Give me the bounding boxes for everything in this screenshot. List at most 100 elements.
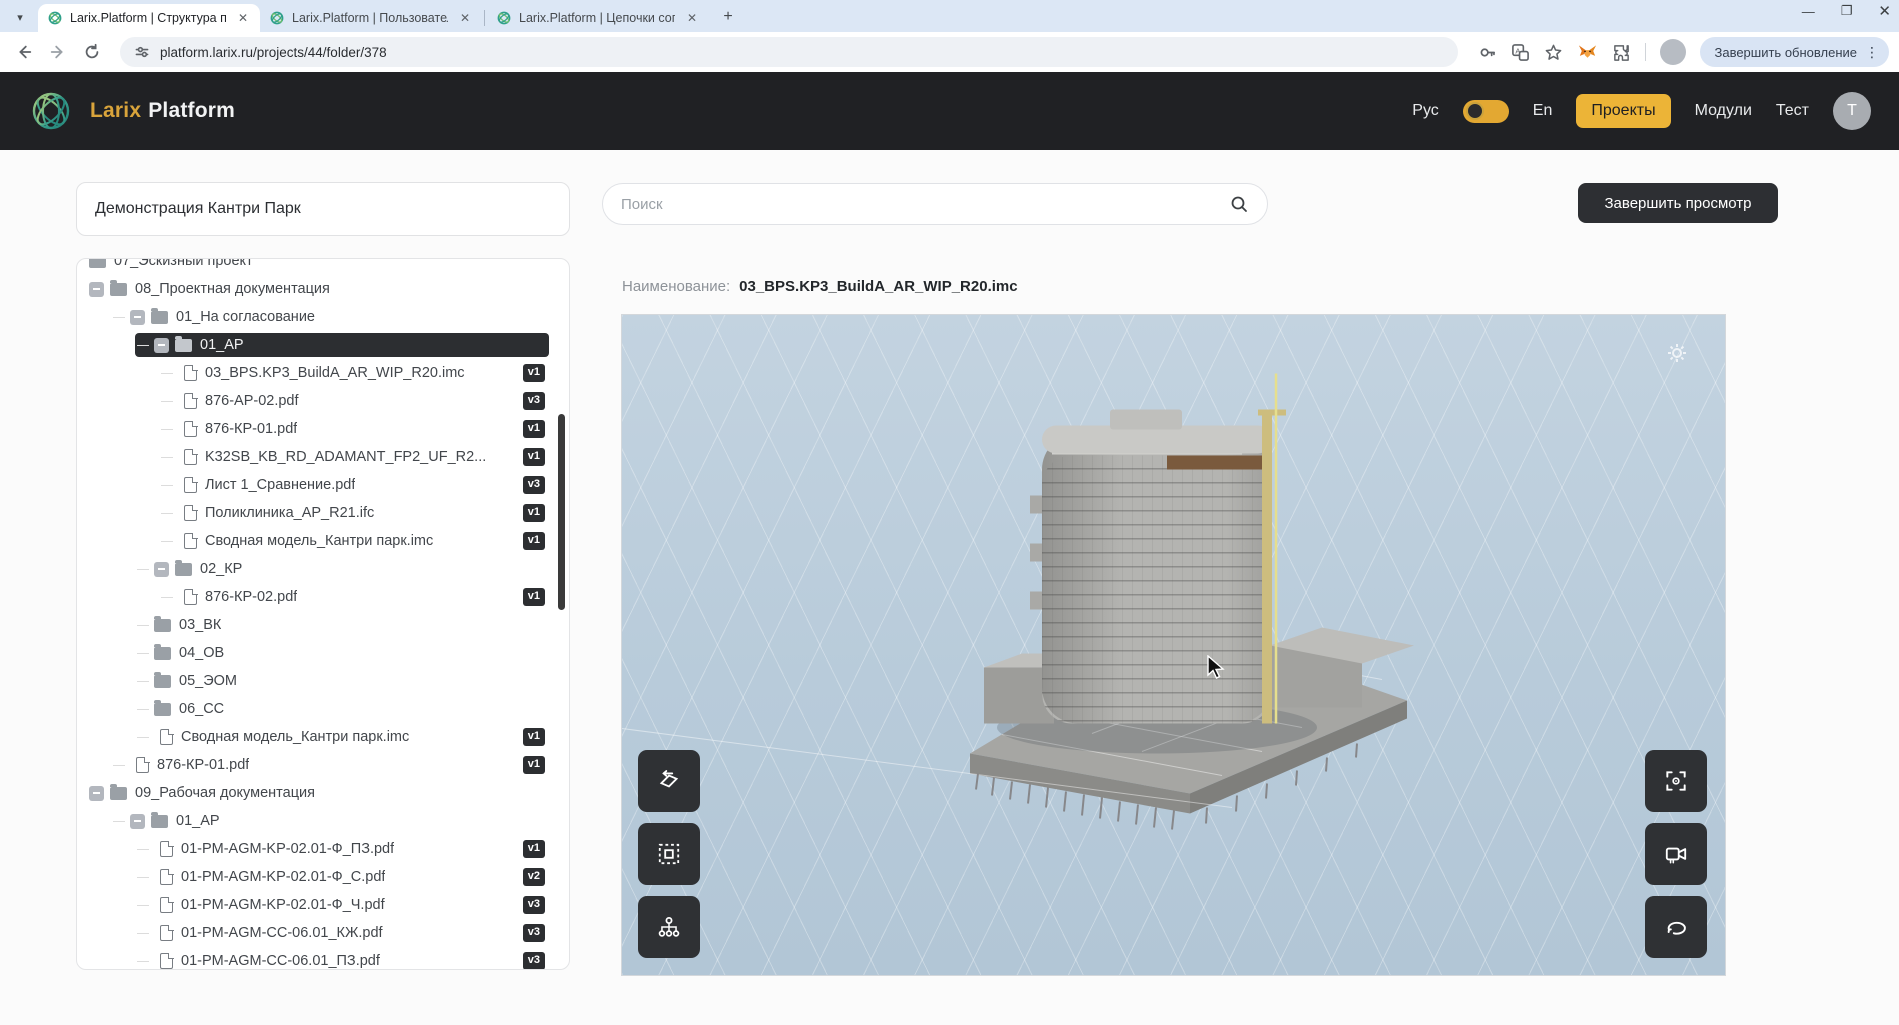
reload-button[interactable] <box>78 38 106 66</box>
viewer-settings-button[interactable] <box>1665 341 1689 370</box>
section-plane-button[interactable] <box>638 750 700 812</box>
search-icon[interactable] <box>1229 194 1249 214</box>
model-tree-button[interactable] <box>638 896 700 958</box>
tab-close-icon[interactable]: ✕ <box>456 11 474 25</box>
kebab-menu-icon[interactable]: ⋮ <box>1865 44 1879 61</box>
version-badge: v1 <box>523 364 545 381</box>
tree-connector <box>137 933 149 934</box>
close-button[interactable]: ✕ <box>1878 2 1891 20</box>
tree-file-row[interactable]: K32SB_KB_RD_ADAMANT_FP2_UF_R2...v1 <box>77 443 569 471</box>
tree-item-label: 01-PM-AGM-KP-02.01-Ф_Ч.pdf <box>181 897 385 913</box>
address-bar[interactable]: platform.larix.ru/projects/44/folder/378 <box>120 37 1458 67</box>
lang-label-rus[interactable]: Рус <box>1412 102 1439 120</box>
tree-connector <box>137 961 149 962</box>
collapse-minus-icon[interactable] <box>154 338 169 353</box>
tree-file-row[interactable]: 876-КР-02.pdfv1 <box>77 583 569 611</box>
model-file-name: 03_BPS.KP3_BuildA_AR_WIP_R20.imc <box>739 278 1017 295</box>
restore-button[interactable]: ❐ <box>1841 3 1853 19</box>
folder-icon <box>154 619 171 632</box>
tree-connector <box>137 877 149 878</box>
tree-scrollbar[interactable] <box>558 414 565 610</box>
extensions-puzzle-icon[interactable] <box>1612 43 1631 62</box>
tree-folder-row[interactable]: 07_Эскизный проект <box>77 258 569 275</box>
tree-file-row[interactable]: 01-PM-AGM-KP-02.01-Ф_С.pdfv2 <box>77 863 569 891</box>
collapse-minus-icon[interactable] <box>89 786 104 801</box>
file-icon <box>184 477 197 493</box>
tab-close-icon[interactable]: ✕ <box>234 11 252 25</box>
browser-toolbar: platform.larix.ru/projects/44/folder/378… <box>0 32 1899 72</box>
tree-folder-row[interactable]: 04_ОВ <box>77 639 569 667</box>
tree-file-row[interactable]: 01-PM-AGM-CC-06.01_ПЗ.pdfv3 <box>77 947 569 970</box>
lang-label-en[interactable]: En <box>1533 102 1553 120</box>
browser-tabbar: ▾ Larix.Platform | Структура прое...✕Lar… <box>0 0 1899 32</box>
search-input[interactable] <box>621 196 1229 213</box>
collapse-minus-icon[interactable] <box>89 282 104 297</box>
folder-icon <box>154 675 171 688</box>
project-name-input[interactable] <box>76 182 570 236</box>
bookmark-star-icon[interactable] <box>1544 43 1563 62</box>
walkthrough-camera-button[interactable] <box>1645 823 1707 885</box>
tree-folder-row[interactable]: 09_Рабочая документация <box>77 779 569 807</box>
orbit-button[interactable] <box>1645 896 1707 958</box>
tree-connector <box>137 849 149 850</box>
marquee-select-button[interactable] <box>638 823 700 885</box>
browser-profile-avatar[interactable] <box>1660 39 1686 65</box>
new-tab-button[interactable]: + <box>715 4 741 30</box>
tree-folder-row[interactable]: 06_СС <box>77 695 569 723</box>
tab-close-icon[interactable]: ✕ <box>683 11 701 25</box>
tab-search-chevron-icon[interactable]: ▾ <box>6 4 34 30</box>
user-avatar[interactable]: T <box>1833 92 1871 130</box>
search-box <box>602 183 1268 225</box>
back-button[interactable] <box>10 38 38 66</box>
tree-file-row[interactable]: 876-КР-01.pdfv1 <box>77 415 569 443</box>
model-viewer-3d[interactable] <box>621 314 1726 976</box>
translate-icon[interactable]: A <box>1511 43 1530 62</box>
language-toggle[interactable] <box>1463 100 1509 123</box>
version-badge: v3 <box>523 392 545 409</box>
version-badge: v1 <box>523 448 545 465</box>
tree-file-row[interactable]: Поликлиника_АР_R21.ifcv1 <box>77 499 569 527</box>
collapse-minus-icon[interactable] <box>130 310 145 325</box>
tree-file-row[interactable]: 876-АР-02.pdfv3 <box>77 387 569 415</box>
version-badge: v1 <box>523 588 545 605</box>
browser-tab-3[interactable]: Larix.Platform | Цепочки согла...✕ <box>487 4 709 32</box>
user-name[interactable]: Тест <box>1776 102 1809 120</box>
version-badge: v1 <box>523 504 545 521</box>
building-model[interactable] <box>622 315 1726 976</box>
tree-file-row[interactable]: Сводная модель_Кантри парк.imcv1 <box>77 723 569 751</box>
tree-folder-row[interactable]: 01_АР <box>77 807 569 835</box>
collapse-minus-icon[interactable] <box>130 814 145 829</box>
password-key-icon[interactable] <box>1478 43 1497 62</box>
tree-connector <box>161 401 173 402</box>
forward-button[interactable] <box>44 38 72 66</box>
tree-file-row[interactable]: 876-КР-01.pdfv1 <box>77 751 569 779</box>
tree-item-label: 06_СС <box>179 701 224 717</box>
metamask-extension-icon[interactable] <box>1577 42 1598 62</box>
tree-folder-row[interactable]: 08_Проектная документация <box>77 275 569 303</box>
folder-icon <box>175 339 192 352</box>
browser-tab-1[interactable]: Larix.Platform | Структура прое...✕ <box>38 4 260 32</box>
tree-file-row[interactable]: 01-PM-AGM-CC-06.01_КЖ.pdfv3 <box>77 919 569 947</box>
tree-folder-row[interactable]: 02_КР <box>77 555 569 583</box>
tree-item-label: 876-КР-01.pdf <box>205 421 297 437</box>
collapse-minus-icon[interactable] <box>154 562 169 577</box>
tree-folder-row[interactable]: 03_ВК <box>77 611 569 639</box>
tree-file-row[interactable]: Сводная модель_Кантри парк.imcv1 <box>77 527 569 555</box>
browser-tab-2[interactable]: Larix.Platform | Пользователи✕ <box>260 4 482 32</box>
tree-file-row[interactable]: 01-PM-AGM-KP-02.01-Ф_Ч.pdfv3 <box>77 891 569 919</box>
folder-icon <box>154 703 171 716</box>
tree-connector <box>137 345 149 346</box>
tree-folder-row[interactable]: 01_На согласование <box>77 303 569 331</box>
focus-button[interactable] <box>1645 750 1707 812</box>
tree-file-row[interactable]: Лист 1_Сравнение.pdfv3 <box>77 471 569 499</box>
tree-file-row[interactable]: 01-PM-AGM-KP-02.01-Ф_ПЗ.pdfv1 <box>77 835 569 863</box>
tree-folder-row[interactable]: 05_ЭОМ <box>77 667 569 695</box>
nav-modules-link[interactable]: Модули <box>1695 102 1752 120</box>
browser-update-button[interactable]: Завершить обновление ⋮ <box>1700 37 1889 67</box>
finish-view-button[interactable]: Завершить просмотр <box>1578 183 1778 223</box>
tree-folder-row[interactable]: 01_АР <box>77 331 569 359</box>
tree-file-row[interactable]: 03_BPS.KP3_BuildA_AR_WIP_R20.imcv1 <box>77 359 569 387</box>
nav-projects-button[interactable]: Проекты <box>1576 94 1670 128</box>
main-content: 07_Эскизный проект08_Проектная документа… <box>0 150 1899 1025</box>
minimize-button[interactable]: — <box>1802 4 1815 19</box>
